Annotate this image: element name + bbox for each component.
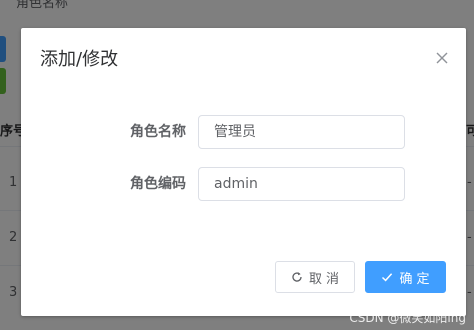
check-icon bbox=[381, 271, 393, 283]
cancel-button[interactable]: 取消 bbox=[275, 261, 355, 293]
role-name-label: 角色名称 bbox=[130, 124, 186, 140]
role-code-label: 角色编码 bbox=[130, 176, 186, 192]
confirm-button[interactable]: 确定 bbox=[365, 261, 446, 293]
confirm-label: 确定 bbox=[399, 271, 434, 287]
refresh-icon bbox=[291, 271, 303, 283]
role-name-value: 管理员 bbox=[214, 124, 256, 140]
role-code-input[interactable]: admin bbox=[198, 167, 405, 201]
edit-role-dialog: 添加/修改 角色名称 管理员 角色编码 admin 取消 确定 bbox=[21, 28, 466, 316]
dialog-title: 添加/修改 bbox=[40, 49, 119, 70]
cancel-label: 取消 bbox=[308, 271, 343, 287]
role-name-input[interactable]: 管理员 bbox=[198, 115, 405, 149]
role-name-row: 角色名称 管理员 bbox=[21, 115, 466, 149]
watermark: CSDN @微笑如阳ing bbox=[349, 311, 466, 325]
role-code-value: admin bbox=[214, 176, 258, 192]
role-code-row: 角色编码 admin bbox=[21, 167, 466, 201]
close-icon[interactable] bbox=[434, 50, 450, 66]
